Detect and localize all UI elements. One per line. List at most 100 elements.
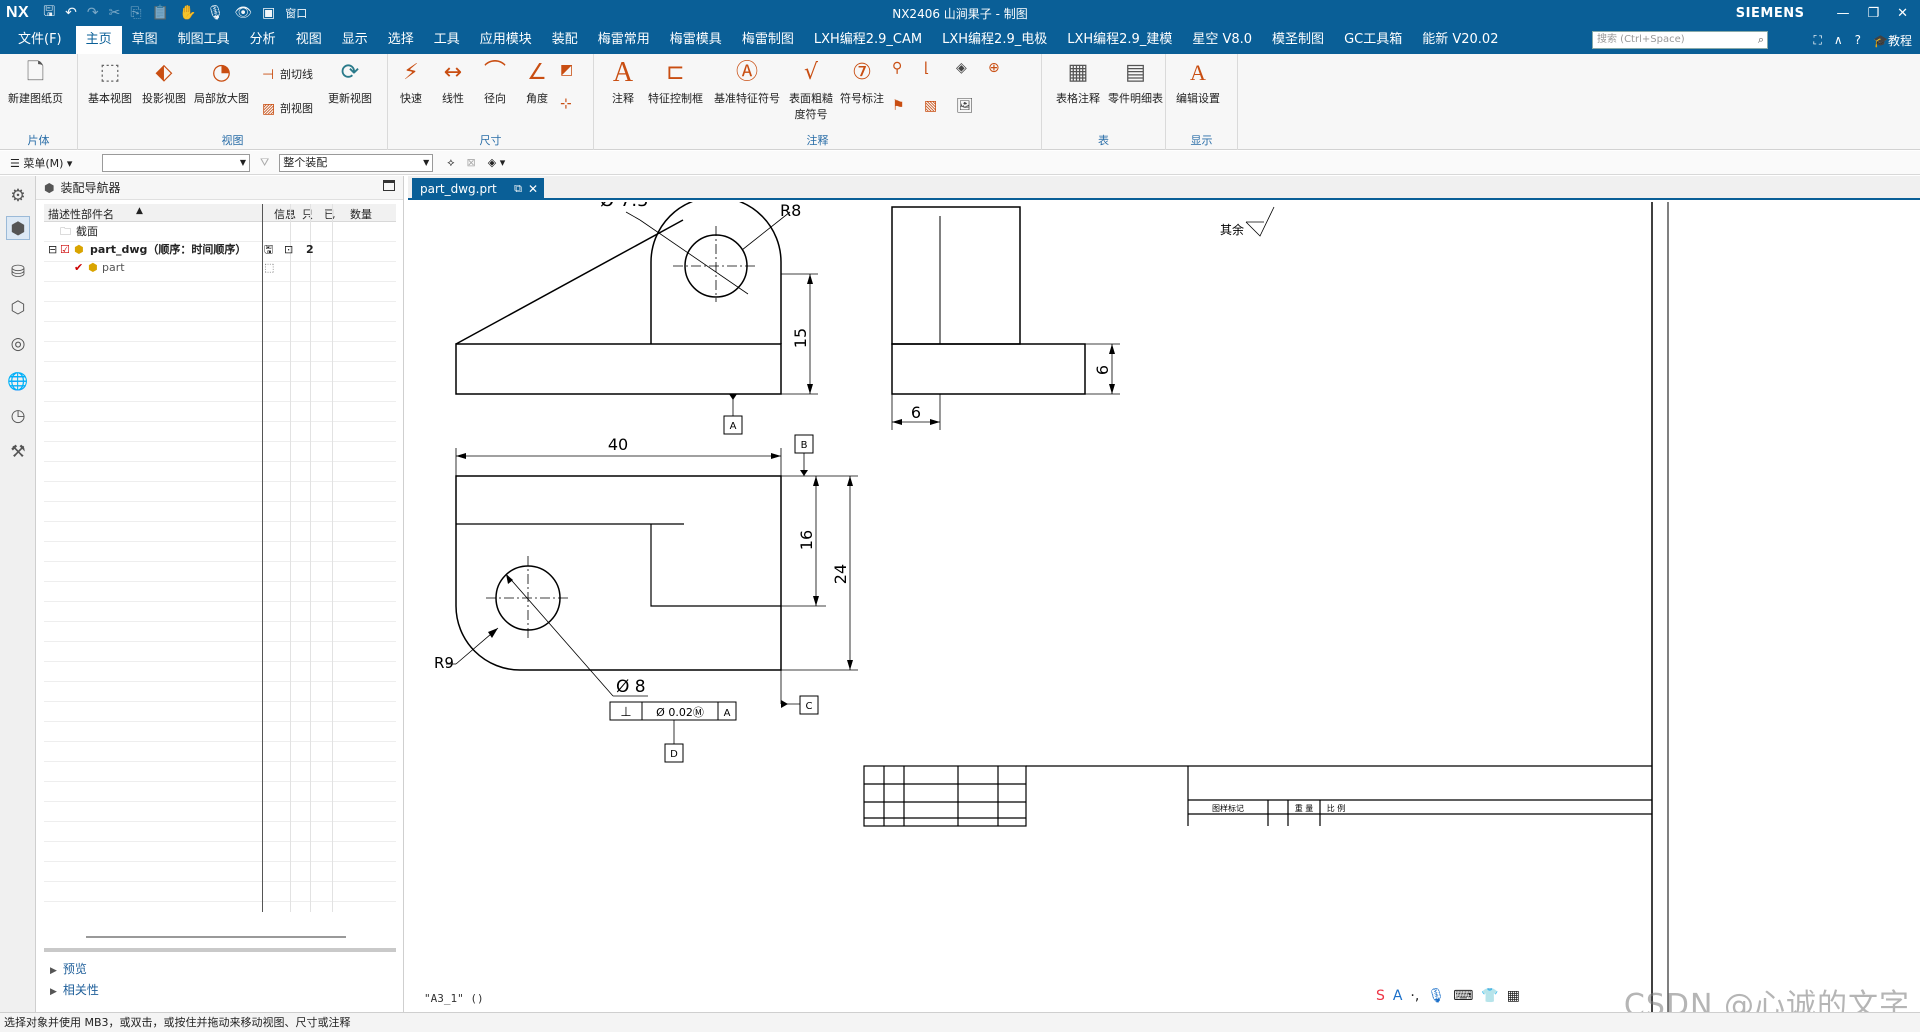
surface-finish-button[interactable]: √ 表面粗糙度符号 [786, 58, 836, 122]
section-line-button[interactable]: ⊣ 剖切线 [262, 66, 313, 83]
ordinate-dim-icon[interactable]: ⊹ [560, 96, 578, 112]
close-tab-icon[interactable]: ✕ [528, 178, 538, 200]
tree-row-part[interactable]: ✔ ⬢ part ⬚ [44, 258, 396, 278]
radial-dim-button[interactable]: ⌒ 径向 [480, 58, 510, 106]
column-quantity[interactable]: 数量 [350, 206, 372, 222]
snap-point-icon[interactable]: ◈ ▾ [488, 156, 505, 169]
magnify-icon[interactable]: ⚲ [892, 60, 910, 76]
new-sheet-button[interactable]: 🗋 新建图纸页 [8, 58, 63, 106]
preview-section[interactable]: ▶ 预览 [50, 960, 87, 977]
tree-row-section[interactable]: 🗀 截面 [44, 222, 396, 242]
checkbox-icon[interactable]: ☑ [60, 240, 70, 260]
undo-icon[interactable]: ↶ [65, 5, 77, 21]
drawing-sheet[interactable]: A Ø 7.5 R8 15 6 6 [408, 202, 1920, 1012]
hatch-icon[interactable]: ▧ [924, 98, 942, 114]
tab-meilei-common[interactable]: 梅雷常用 [588, 26, 660, 54]
save-icon[interactable]: 🖫 [43, 1, 55, 25]
tab-part-dwg[interactable]: part_dwg.prt ⧉ ✕ [412, 178, 544, 200]
front-view[interactable] [455, 202, 782, 395]
tools-icon[interactable]: ⚒ [6, 440, 30, 464]
redo-icon[interactable]: ↷ [87, 5, 99, 21]
edit-settings-button[interactable]: A 编辑设置 [1176, 58, 1220, 106]
collapse-ribbon-icon[interactable]: ∧ [1834, 33, 1843, 47]
grid-icon[interactable]: ▦ [1507, 988, 1520, 1004]
tab-drafting-tools[interactable]: 制图工具 [168, 26, 240, 54]
window-menu[interactable]: 窗口 [285, 5, 307, 21]
dependencies-section[interactable]: ▶ 相关性 [50, 981, 99, 998]
tab-selection[interactable]: 选择 [378, 26, 424, 54]
maximize-icon[interactable] [383, 180, 395, 191]
window-icon[interactable]: ▣ [262, 5, 275, 21]
tab-gc-toolbox[interactable]: GC工具箱 [1334, 26, 1412, 54]
close-icon[interactable]: ✕ [1897, 6, 1908, 21]
fcf-button[interactable]: ⊏ 特征控制框 [648, 58, 703, 106]
settings-icon[interactable]: ⚙ [6, 184, 30, 208]
note-button[interactable]: A 注释 [608, 58, 638, 106]
minimize-icon[interactable]: — [1836, 6, 1849, 21]
collapse-icon[interactable]: ⊟ [48, 240, 57, 260]
detail-view-button[interactable]: ◔ 局部放大图 [194, 58, 249, 106]
search-icon[interactable]: ⌕ [1758, 32, 1764, 48]
tab-applications[interactable]: 应用模块 [470, 26, 542, 54]
cut-icon[interactable]: ✂ [109, 5, 121, 21]
tutorial-button[interactable]: 🎓教程 [1873, 32, 1912, 49]
ime-mode-icon[interactable]: A [1393, 988, 1403, 1004]
tab-lxh-cam[interactable]: LXH编程2.9_CAM [804, 26, 932, 54]
linear-dim-button[interactable]: ↔ 线性 [438, 58, 468, 106]
tab-lxh-modeling[interactable]: LXH编程2.9_建模 [1057, 26, 1182, 54]
side-view[interactable] [891, 206, 1086, 395]
dim-height-6[interactable]: 6 [1093, 365, 1112, 375]
fill-icon[interactable]: ◈ [956, 60, 974, 76]
restore-icon[interactable]: ❐ [1867, 6, 1879, 21]
copy-icon[interactable]: ⎘ [130, 5, 141, 21]
top-view[interactable] [455, 475, 782, 671]
centerline-icon[interactable]: ⊕ [988, 60, 1006, 76]
ime-punctuation-icon[interactable]: ·, [1410, 988, 1419, 1004]
base-view-button[interactable]: ⬚ 基本视图 [88, 58, 132, 106]
dim-height-16[interactable]: 16 [797, 530, 816, 550]
command-search-input[interactable]: 搜索 (Ctrl+Space) ⌕ [1592, 31, 1768, 49]
rapid-dim-button[interactable]: ⚡ 快速 [396, 58, 426, 106]
history-icon[interactable]: ◷ [6, 404, 30, 428]
deselect-icon[interactable]: ⊠ [467, 156, 476, 169]
column-readonly[interactable]: 只 [302, 206, 313, 222]
web-browser-icon[interactable]: 🌐 [6, 370, 30, 394]
parts-list-button[interactable]: ▤ 零件明细表 [1108, 58, 1163, 106]
graphics-window[interactable]: A Ø 7.5 R8 15 6 6 [408, 202, 1920, 1012]
symbol-annotation-button[interactable]: ⑦ 符号标注 [840, 58, 884, 106]
projected-view-button[interactable]: ⬖ 投影视图 [142, 58, 186, 106]
menu-file[interactable]: 文件(F) [0, 26, 76, 54]
dim-height-15[interactable]: 15 [791, 328, 810, 348]
roughness-note[interactable]: 其余 [1220, 222, 1244, 237]
image-icon[interactable]: 🖼 [956, 98, 974, 114]
type-filter-dropdown[interactable]: ▼ [102, 153, 250, 172]
dim-height-24[interactable]: 24 [831, 564, 850, 584]
dim-hole-dia-bottom[interactable]: Ø 8 [616, 677, 646, 697]
dim-radius-bottom[interactable]: R9 [434, 654, 454, 672]
tab-meilei-mold[interactable]: 梅雷模具 [660, 26, 732, 54]
popout-icon[interactable]: ⧉ [514, 178, 522, 200]
tab-analysis[interactable]: 分析 [240, 26, 286, 54]
help-icon[interactable]: ? [1855, 33, 1861, 47]
dim-radius-top[interactable]: R8 [780, 202, 801, 220]
panel-splitter[interactable] [44, 948, 396, 952]
constraint-navigator-icon[interactable]: ⬡ [6, 296, 30, 320]
tab-tools[interactable]: 工具 [424, 26, 470, 54]
dim-hole-dia-top[interactable]: Ø 7.5 [600, 202, 649, 211]
tab-meilei-drawing[interactable]: 梅雷制图 [732, 26, 804, 54]
section-view-button[interactable]: ▨ 剖视图 [262, 100, 313, 117]
paste-icon[interactable]: 📋 [152, 5, 169, 21]
column-name[interactable]: 描述性部件名 [48, 206, 114, 222]
select-all-icon[interactable]: ⟡ [447, 156, 454, 170]
tab-sketch[interactable]: 草图 [122, 26, 168, 54]
tab-view[interactable]: 视图 [286, 26, 332, 54]
horizontal-scrollbar[interactable] [86, 936, 346, 938]
tab-home[interactable]: 主页 [75, 26, 122, 54]
tab-assembly[interactable]: 装配 [542, 26, 588, 54]
angular-dim-button[interactable]: ∠ 角度 [522, 58, 552, 106]
weld-symbol-icon[interactable]: ⌊ [924, 60, 942, 76]
tab-nengxin[interactable]: 能新 V20.02 [1412, 26, 1508, 54]
keyboard-icon[interactable]: ⌨ [1453, 988, 1473, 1004]
menu-button[interactable]: ☰ 菜单(M) ▾ [0, 155, 96, 171]
tab-xingkong[interactable]: 星空 V8.0 [1182, 26, 1262, 54]
